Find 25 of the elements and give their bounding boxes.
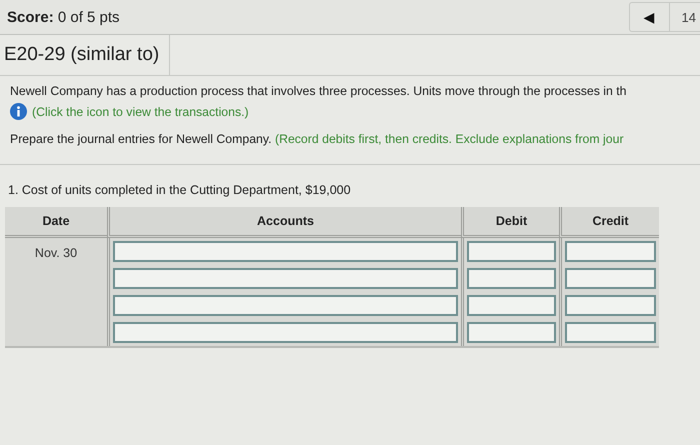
column-header: Debit	[461, 207, 559, 238]
column-header: Accounts	[107, 207, 461, 238]
info-icon[interactable]	[10, 103, 27, 120]
previous-button[interactable]: ◀	[630, 3, 670, 31]
intro-text: Newell Company has a production process that involves three processes. Units move through the processes in th	[10, 84, 628, 98]
question-text: 1. Cost of units completed in the Cutting Department, $19,000	[7, 182, 352, 197]
credit-field[interactable]	[565, 295, 656, 316]
account-field[interactable]	[113, 322, 458, 343]
debit-field[interactable]	[467, 268, 556, 289]
date-cell: Nov. 30	[34, 246, 78, 260]
credit-field[interactable]	[565, 268, 656, 289]
column-header: Credit	[559, 207, 659, 238]
account-field[interactable]	[113, 295, 458, 316]
credit-field[interactable]	[565, 241, 656, 262]
exercise-title: E20-29 (similar to)	[0, 35, 170, 75]
debit-field[interactable]	[467, 295, 556, 316]
score-text: Score: 0 of 5 pts	[6, 8, 120, 26]
instruction-text: Prepare the journal entries for Newell Company. (Record debits first, then credits. Exclude explanations from jour	[10, 132, 625, 146]
info-link[interactable]: (Click the icon to view the transactions.)	[32, 104, 249, 118]
account-field[interactable]	[113, 268, 458, 289]
debit-field[interactable]	[467, 241, 556, 262]
account-field[interactable]	[113, 241, 458, 262]
credit-field[interactable]	[565, 322, 656, 343]
debit-field[interactable]	[467, 322, 556, 343]
question-number: 14	[680, 10, 697, 24]
